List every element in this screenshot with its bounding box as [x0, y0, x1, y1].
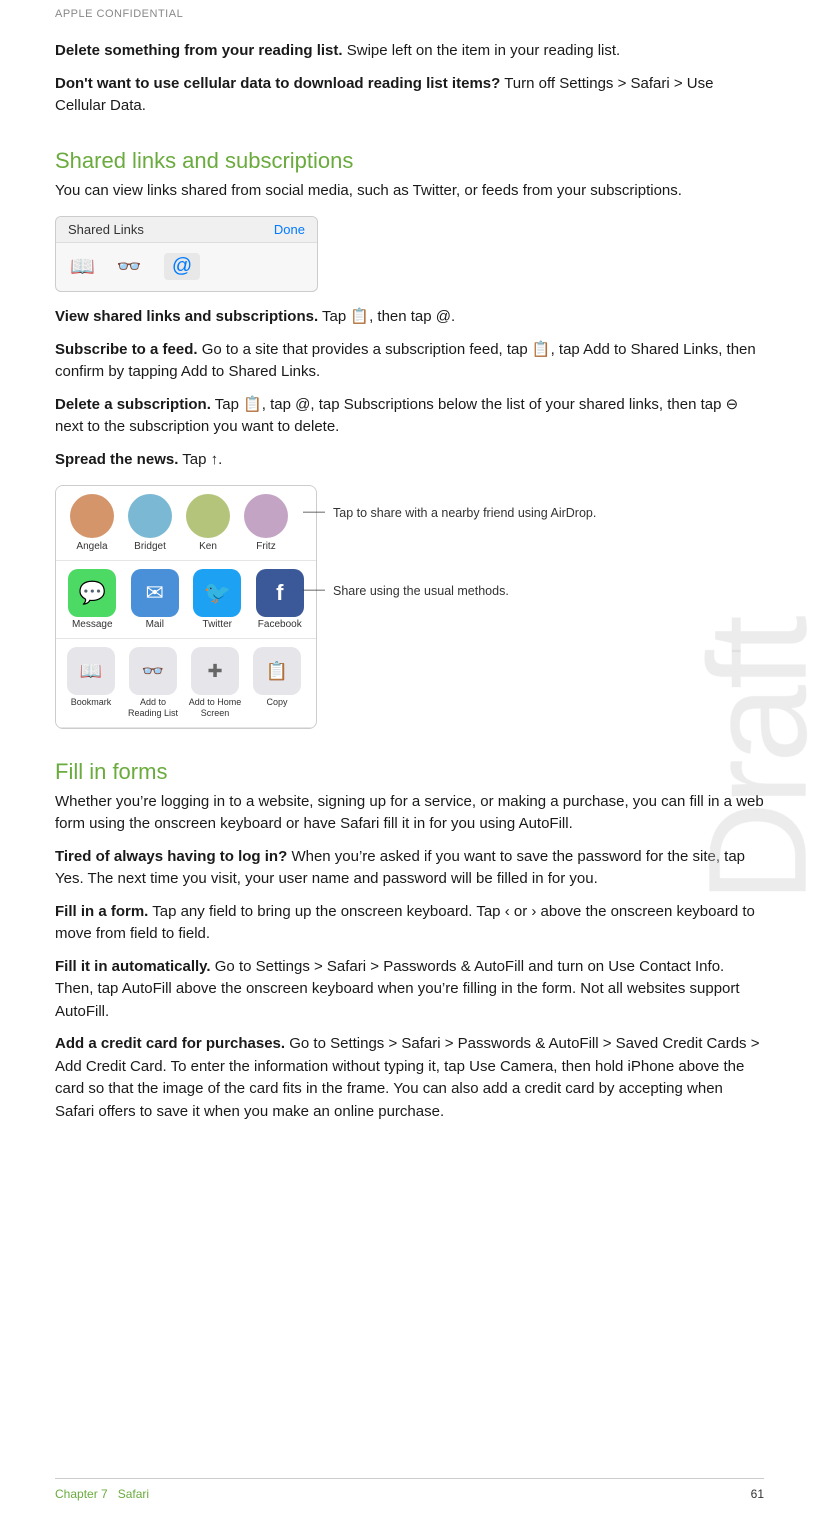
view-shared-links-para: View shared links and subscriptions. Tap… [55, 306, 764, 329]
share-app-message: 💬 Message [66, 569, 119, 630]
avatar-bridget-circle [128, 494, 172, 538]
delete-reading-list-para: Delete something from your reading list.… [55, 40, 764, 63]
share-app-twitter-label: Twitter [203, 619, 232, 630]
avatar-fritz-circle [244, 494, 288, 538]
fill-forms-title: Fill in forms [55, 759, 764, 785]
avatar-ken-name: Ken [199, 541, 217, 552]
ios-share-sheet-image: Angela Bridget Ken Fritz [55, 485, 317, 729]
share-app-message-icon: 💬 [68, 569, 116, 617]
action-bookmark: 📖 Bookmark [62, 647, 120, 719]
action-copy: 📋 Copy [248, 647, 306, 719]
avatar-ken: Ken [182, 494, 234, 552]
share-app-facebook-icon: f [256, 569, 304, 617]
avatar-angela-circle [70, 494, 114, 538]
shared-links-bar: Shared Links Done [56, 217, 317, 243]
share-app-mail-label: Mail [146, 619, 164, 630]
credit-card-para: Add a credit card for purchases. Go to S… [55, 1033, 764, 1123]
footer-chapter-link: Safari [118, 1487, 149, 1501]
shared-links-intro: You can view links shared from social me… [55, 180, 764, 203]
delete-subscription-para: Delete a subscription. Tap 📋, tap @, tap… [55, 394, 764, 439]
spread-news-section: Angela Bridget Ken Fritz [55, 485, 764, 729]
footer-chapter: Chapter 7 Safari [55, 1487, 149, 1501]
avatar-fritz: Fritz [240, 494, 292, 552]
reading-list-label: Add to Reading List [124, 697, 182, 719]
ios-share-image-mockup: Angela Bridget Ken Fritz [55, 485, 317, 729]
share-app-message-label: Message [72, 619, 113, 630]
action-reading-list: 👓 Add to Reading List [124, 647, 182, 719]
fill-form-title: Fill in a form. [55, 903, 148, 920]
credit-card-title: Add a credit card for purchases. [55, 1035, 285, 1052]
share-apps-row: 💬 Message ✉ Mail 🐦 Twitte [56, 561, 316, 639]
copy-label: Copy [266, 697, 287, 708]
tired-logging-para: Tired of always having to log in? When y… [55, 846, 764, 891]
bookmark-label: Bookmark [71, 697, 112, 708]
share-app-mail: ✉ Mail [129, 569, 182, 630]
airdrop-callout: Tap to share with a nearby friend using … [333, 505, 596, 523]
reading-list-icon: 👓 [129, 647, 177, 695]
airdrop-avatars-row: Angela Bridget Ken Fritz [56, 486, 316, 561]
share-app-twitter-icon: 🐦 [193, 569, 241, 617]
action-home-screen: ✚ Add to Home Screen [186, 647, 244, 719]
fill-forms-section: Fill in forms Whether you’re logging in … [55, 759, 764, 1124]
share-app-facebook: f Facebook [254, 569, 307, 630]
reading-list-tab-icon: 👓 [117, 254, 142, 279]
avatar-fritz-name: Fritz [256, 541, 275, 552]
share-app-facebook-label: Facebook [258, 619, 302, 630]
spread-news-para: Spread the news. Tap ↑. [55, 449, 764, 472]
shared-links-icons-row: 📖 👓 @ [56, 243, 317, 290]
avatar-ken-circle [186, 494, 230, 538]
share-app-mail-icon: ✉ [131, 569, 179, 617]
home-screen-label: Add to Home Screen [186, 697, 244, 719]
bottom-actions-row: 📖 Bookmark 👓 Add to Reading List ✚ Add t… [56, 639, 316, 728]
delete-reading-list-body: Swipe left on the item in your reading l… [347, 42, 620, 59]
share-app-twitter: 🐦 Twitter [191, 569, 244, 630]
or-label: or [514, 903, 527, 920]
subscribe-feed-title: Subscribe to a feed. [55, 341, 198, 358]
apple-confidential-label: APPLE CONFIDENTIAL [55, 0, 764, 40]
fill-forms-intro: Whether you’re logging in to a website, … [55, 791, 764, 836]
shared-links-bar-done: Done [274, 222, 305, 237]
shared-links-section: Shared links and subscriptions You can v… [55, 148, 764, 729]
spread-callouts: Tap to share with a nearby friend using … [333, 485, 596, 600]
at-tab-icon: @ [164, 253, 200, 280]
shared-links-title: Shared links and subscriptions [55, 148, 764, 174]
footer-chapter-label: Chapter 7 [55, 1487, 108, 1501]
delete-reading-list-title: Delete something from your reading list. [55, 42, 343, 59]
cellular-data-para: Don't want to use cellular data to downl… [55, 73, 764, 118]
fill-auto-para: Fill it in automatically. Go to Settings… [55, 956, 764, 1024]
bookmark-tab-icon: 📖 [70, 254, 95, 279]
subscribe-feed-para: Subscribe to a feed. Go to a site that p… [55, 339, 764, 384]
spread-news-title: Spread the news. [55, 451, 178, 468]
avatar-bridget: Bridget [124, 494, 176, 552]
tired-logging-title: Tired of always having to log in? [55, 848, 287, 865]
fill-form-para: Fill in a form. Tap any field to bring u… [55, 901, 764, 946]
avatar-angela: Angela [66, 494, 118, 552]
cellular-data-title: Don't want to use cellular data to downl… [55, 75, 500, 92]
avatar-angela-name: Angela [76, 541, 107, 552]
fill-auto-title: Fill it in automatically. [55, 958, 211, 975]
shared-links-bar-title: Shared Links [68, 222, 144, 237]
avatar-bridget-name: Bridget [134, 541, 166, 552]
page-footer: Chapter 7 Safari 61 [55, 1478, 764, 1501]
shared-links-image: Shared Links Done 📖 👓 @ [55, 216, 318, 292]
copy-icon: 📋 [253, 647, 301, 695]
home-screen-icon: ✚ [191, 647, 239, 695]
delete-subscription-title: Delete a subscription. [55, 396, 211, 413]
bookmark-icon: 📖 [67, 647, 115, 695]
share-methods-callout: Share using the usual methods. [333, 583, 596, 601]
footer-page-number: 61 [751, 1487, 764, 1501]
view-shared-links-title: View shared links and subscriptions. [55, 308, 318, 325]
